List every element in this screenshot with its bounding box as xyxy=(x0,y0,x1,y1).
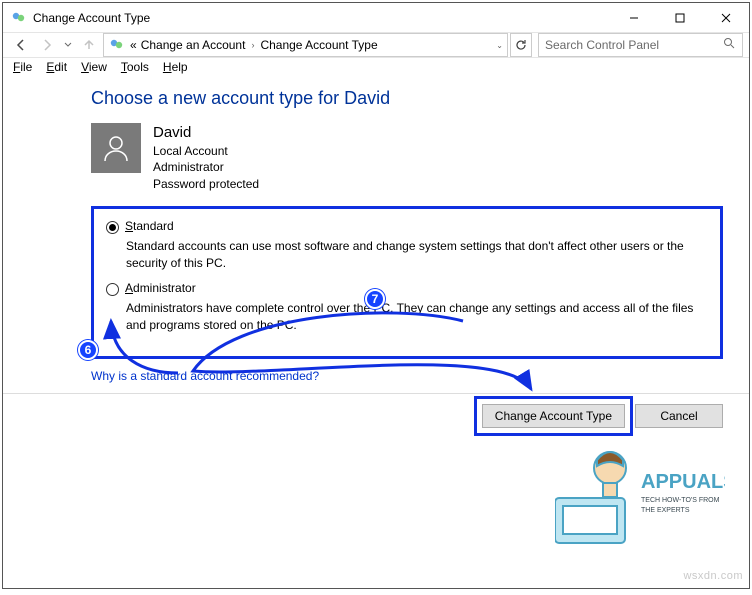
radio-standard[interactable] xyxy=(106,221,119,234)
option-standard-desc: Standard accounts can use most software … xyxy=(126,238,708,272)
minimize-button[interactable] xyxy=(611,3,657,33)
page-heading: Choose a new account type for David xyxy=(91,88,723,109)
svg-text:THE EXPERTS: THE EXPERTS xyxy=(641,507,690,514)
watermark: wsxdn.com xyxy=(683,570,743,582)
menu-help[interactable]: Help xyxy=(163,60,188,74)
recommended-link[interactable]: Why is a standard account recommended? xyxy=(91,369,319,383)
window-title: Change Account Type xyxy=(33,11,150,25)
user-info-block: David Local Account Administrator Passwo… xyxy=(91,123,723,192)
menu-view[interactable]: View xyxy=(81,60,107,74)
breadcrumb-item[interactable]: Change Account Type xyxy=(260,38,377,52)
nav-back-button[interactable] xyxy=(9,33,33,57)
change-account-type-button[interactable]: Change Account Type xyxy=(482,404,625,428)
annotation-badge-7: 7 xyxy=(365,289,385,309)
user-accounts-icon xyxy=(108,37,126,53)
nav-forward-button[interactable] xyxy=(35,33,59,57)
user-role: Administrator xyxy=(153,159,259,175)
option-standard[interactable]: Standard xyxy=(106,219,708,234)
account-type-options: Standard Standard accounts can use most … xyxy=(91,206,723,359)
close-button[interactable] xyxy=(703,3,749,33)
window-controls xyxy=(611,3,749,33)
user-name: David xyxy=(153,123,259,143)
search-placeholder: Search Control Panel xyxy=(545,38,659,52)
title-bar: Change Account Type xyxy=(3,3,749,33)
refresh-button[interactable] xyxy=(510,33,532,57)
chevron-right-icon: › xyxy=(251,40,254,50)
user-account-type: Local Account xyxy=(153,143,259,159)
search-icon xyxy=(723,37,736,53)
nav-up-button[interactable] xyxy=(77,33,101,57)
nav-recent-dropdown[interactable] xyxy=(61,33,75,57)
avatar xyxy=(91,123,141,173)
svg-text:TECH HOW-TO'S FROM: TECH HOW-TO'S FROM xyxy=(641,497,720,504)
content-area: Choose a new account type for David Davi… xyxy=(3,74,749,393)
option-administrator-label: Administrator xyxy=(125,281,196,295)
nav-bar: « Change an Account › Change Account Typ… xyxy=(3,33,749,58)
breadcrumb-prefix: « xyxy=(130,38,137,52)
menu-bar: File Edit View Tools Help xyxy=(3,60,749,74)
option-administrator-desc: Administrators have complete control ove… xyxy=(126,300,708,334)
annotation-badge-6: 6 xyxy=(78,340,98,360)
user-info-text: David Local Account Administrator Passwo… xyxy=(153,123,259,192)
breadcrumb-address[interactable]: « Change an Account › Change Account Typ… xyxy=(103,33,508,57)
svg-text:APPUALS: APPUALS xyxy=(641,471,725,493)
option-standard-label: Standard xyxy=(125,219,174,233)
search-input[interactable]: Search Control Panel xyxy=(538,33,743,57)
menu-file[interactable]: File xyxy=(13,60,32,74)
user-password-status: Password protected xyxy=(153,176,259,192)
radio-administrator[interactable] xyxy=(106,283,119,296)
action-bar: Change Account Type Cancel xyxy=(3,393,749,438)
maximize-button[interactable] xyxy=(657,3,703,33)
breadcrumb-item[interactable]: Change an Account xyxy=(141,38,246,52)
chevron-down-icon[interactable]: ⌄ xyxy=(496,41,503,50)
appuals-logo: APPUALS TECH HOW-TO'S FROM THE EXPERTS xyxy=(555,438,725,558)
cancel-button[interactable]: Cancel xyxy=(635,404,723,428)
menu-tools[interactable]: Tools xyxy=(121,60,149,74)
option-administrator[interactable]: Administrator xyxy=(106,281,708,296)
app-icon xyxy=(11,10,27,26)
menu-edit[interactable]: Edit xyxy=(46,60,67,74)
